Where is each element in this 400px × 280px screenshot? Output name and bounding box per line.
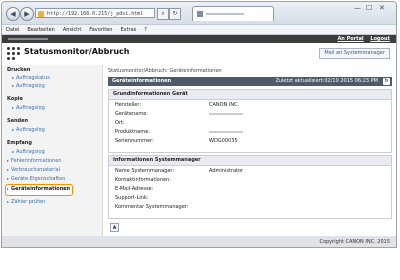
page-header: An Portal Logout Statusmonitor/Abbruch M… xyxy=(2,35,396,65)
row-label-comment: Kommentar Systemmanager: xyxy=(115,204,189,210)
sidebar: Drucken Auftragstatus Auftragslog Kopie … xyxy=(2,65,103,247)
section-bar: Geräteinformationen Zuletzt aktualisiert… xyxy=(108,77,392,86)
sidebar-item-device-features[interactable]: Geräte-Eigenschaften xyxy=(7,176,65,182)
row-label-product: Produktname: xyxy=(115,129,150,135)
header-links: An Portal Logout xyxy=(332,36,390,42)
portal-link[interactable]: An Portal xyxy=(337,36,363,42)
admin-info-box: Informationen Systemmanager Name Systemm… xyxy=(108,155,392,219)
minimize-icon[interactable]: — xyxy=(354,4,361,12)
sidebar-item-print-log[interactable]: Auftragslog xyxy=(12,83,45,89)
row-label-contact: Kontaktinformationen: xyxy=(115,177,171,183)
back-arrow-icon[interactable]: ◀ xyxy=(6,7,20,21)
browser-tab[interactable] xyxy=(192,6,274,21)
sidebar-item-errors[interactable]: Fehlerinformationen xyxy=(7,158,61,164)
tab-page-icon xyxy=(197,11,203,17)
browser-titlebar: ◀ ▶ http://192.168.0.215/j_pdsi.html ⌕ ↻… xyxy=(2,2,396,24)
menu-extras[interactable]: Extras xyxy=(120,27,136,33)
sidebar-group-empfang: Empfang xyxy=(7,140,32,146)
menu-favoriten[interactable]: Favoriten xyxy=(89,27,112,33)
device-name-redacted xyxy=(8,38,48,40)
sidebar-item-copy-log[interactable]: Auftragslog xyxy=(12,105,45,111)
breadcrumb: Statusmonitor/Abbruch: Geräteinformation… xyxy=(108,68,222,74)
menu-bearbeiten[interactable]: Bearbeiten xyxy=(27,27,54,33)
menu-ansicht[interactable]: Ansicht xyxy=(63,27,81,33)
page-content: An Portal Logout Statusmonitor/Abbruch M… xyxy=(2,35,396,247)
copyright: Copyright CANON INC. 2015 xyxy=(319,239,390,245)
logout-link[interactable]: Logout xyxy=(370,36,390,42)
row-value-product-redacted xyxy=(209,129,243,135)
row-label-serial: Seriennummer: xyxy=(115,138,154,144)
page-icon xyxy=(38,11,44,17)
browser-window: ◀ ▶ http://192.168.0.215/j_pdsi.html ⌕ ↻… xyxy=(1,1,397,248)
row-label-device-name: Gerätename: xyxy=(115,111,148,117)
row-label-support: Support-Link: xyxy=(115,195,149,201)
sidebar-item-receive-log[interactable]: Auftragslog xyxy=(12,149,45,155)
address-bar[interactable]: http://192.168.0.215/j_pdsi.html xyxy=(35,8,155,18)
header-topbar: An Portal Logout xyxy=(2,35,396,43)
menu-datei[interactable]: Datei xyxy=(6,27,19,33)
row-label-email: E-Mail-Adresse: xyxy=(115,186,154,192)
admin-info-heading: Informationen Systemmanager xyxy=(109,156,391,166)
sidebar-group-senden: Senden xyxy=(7,118,29,124)
page-title: Statusmonitor/Abbruch xyxy=(24,47,130,56)
device-info-heading: Grundinformationen Gerät xyxy=(109,90,391,100)
address-text: http://192.168.0.215/j_pdsi.html xyxy=(47,11,144,17)
sidebar-item-counter[interactable]: Zähler prüfen xyxy=(7,199,45,205)
sidebar-item-send-log[interactable]: Auftragslog xyxy=(12,127,45,133)
sidebar-item-consumables[interactable]: Verbrauchsmaterial xyxy=(7,167,60,173)
refresh-browser-icon[interactable]: ↻ xyxy=(169,8,181,20)
logo-icon xyxy=(7,47,21,61)
row-value-manufacturer: CANON INC. xyxy=(209,102,240,108)
row-value-admin-name: Administrator xyxy=(209,168,244,174)
close-icon[interactable]: ✕ xyxy=(379,4,385,12)
sidebar-group-drucken: Drucken xyxy=(7,67,31,73)
row-value-serial: WDG00035 xyxy=(209,138,238,144)
row-label-admin-name: Name Systemmanager: xyxy=(115,168,175,174)
maximize-icon[interactable]: ☐ xyxy=(366,4,372,12)
row-label-location: Ort: xyxy=(115,120,125,126)
row-value-device-name-redacted xyxy=(209,111,243,117)
sidebar-group-kopie: Kopie xyxy=(7,96,23,102)
back-to-top-icon[interactable]: ▲ xyxy=(110,223,119,232)
tab-title-redacted xyxy=(206,13,244,15)
menu-bar: Datei Bearbeiten Ansicht Favoriten Extra… xyxy=(2,24,396,35)
refresh-icon[interactable]: ↻ xyxy=(383,78,390,85)
last-updated: Zuletzt aktualisiert:02/10 2015 06:23 PM xyxy=(275,78,378,84)
device-info-box: Grundinformationen Gerät Hersteller: CAN… xyxy=(108,89,392,153)
row-label-manufacturer: Hersteller: xyxy=(115,102,142,108)
search-icon[interactable]: ⌕ xyxy=(157,8,169,20)
forward-arrow-icon[interactable]: ▶ xyxy=(20,7,34,21)
sidebar-item-device-info[interactable]: Geräteinformationen xyxy=(7,186,70,192)
main-panel: Statusmonitor/Abbruch: Geräteinformation… xyxy=(108,65,392,247)
page-footer: Copyright CANON INC. 2015 xyxy=(2,236,396,247)
menu-help[interactable]: ? xyxy=(144,27,147,33)
sidebar-item-print-status[interactable]: Auftragstatus xyxy=(12,75,50,81)
mail-admin-button[interactable]: Mail an Systemmanager xyxy=(319,48,390,59)
section-bar-title: Geräteinformationen xyxy=(112,78,172,84)
